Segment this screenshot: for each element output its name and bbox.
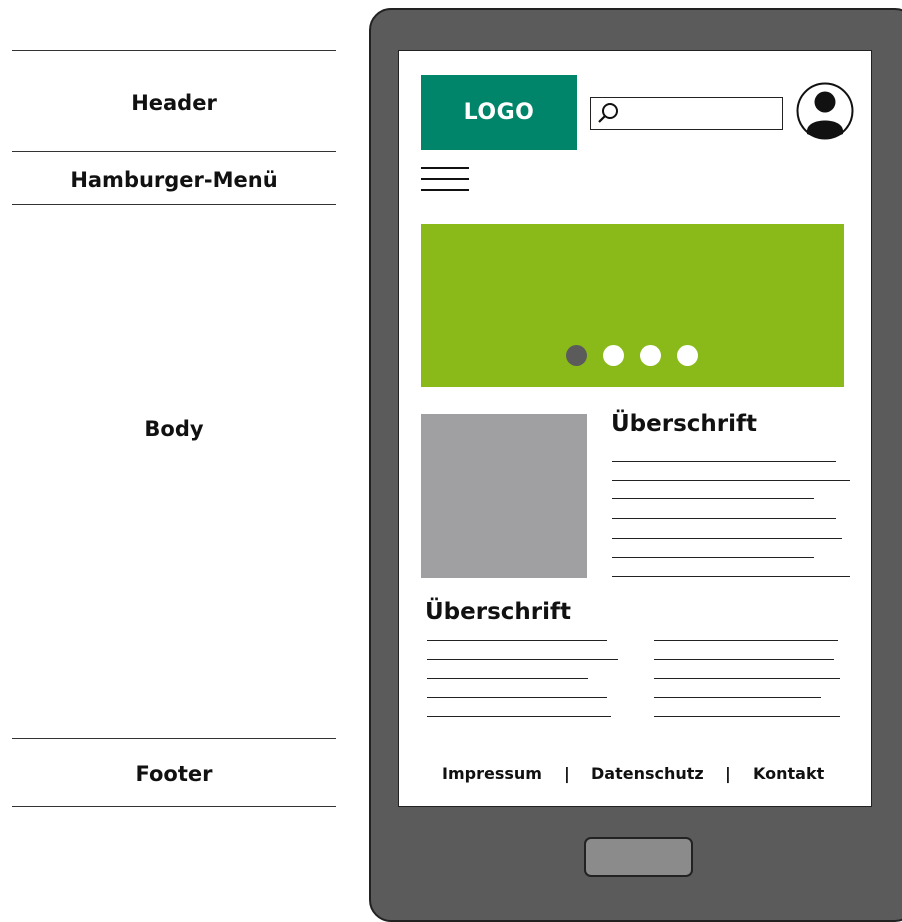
text-line bbox=[654, 659, 834, 660]
text-line bbox=[612, 538, 842, 539]
text-line bbox=[612, 461, 836, 462]
footer-label-top-rule bbox=[12, 738, 336, 739]
hamburger-menu-label: Hamburger-Menü bbox=[70, 168, 278, 192]
text-line bbox=[654, 640, 838, 641]
search-input[interactable] bbox=[590, 97, 783, 130]
text-line bbox=[612, 576, 850, 577]
footer-link-impressum[interactable]: Impressum bbox=[442, 763, 542, 785]
section-2-heading: Überschrift bbox=[425, 599, 572, 625]
hamburger-label-bottom-rule bbox=[12, 204, 336, 205]
text-line bbox=[612, 480, 850, 481]
header-label-bottom-rule bbox=[12, 151, 336, 152]
section-1-heading: Überschrift bbox=[611, 411, 758, 437]
slider-dot[interactable] bbox=[566, 345, 587, 366]
search-icon bbox=[598, 103, 618, 123]
text-line bbox=[612, 498, 814, 499]
image-placeholder bbox=[421, 414, 587, 578]
logo[interactable]: LOGO bbox=[421, 75, 577, 150]
text-line bbox=[427, 640, 607, 641]
footer-link-datenschutz[interactable]: Datenschutz bbox=[591, 763, 704, 785]
text-line bbox=[654, 716, 840, 717]
home-button[interactable] bbox=[584, 837, 693, 877]
footer-link-kontakt[interactable]: Kontakt bbox=[753, 763, 824, 785]
text-line bbox=[427, 659, 618, 660]
text-line bbox=[427, 678, 588, 679]
text-line bbox=[427, 697, 607, 698]
text-line bbox=[612, 557, 814, 558]
slider-dot[interactable] bbox=[677, 345, 698, 366]
user-avatar-icon[interactable] bbox=[796, 82, 854, 140]
slider-dot[interactable] bbox=[603, 345, 624, 366]
footer-label: Footer bbox=[135, 762, 213, 786]
text-line bbox=[612, 518, 836, 519]
slider-dot[interactable] bbox=[640, 345, 661, 366]
image-slider[interactable] bbox=[421, 224, 844, 387]
text-line bbox=[427, 716, 611, 717]
text-line bbox=[654, 678, 840, 679]
body-label: Body bbox=[144, 417, 204, 441]
header-label-top-rule bbox=[12, 50, 336, 51]
hamburger-icon[interactable] bbox=[421, 166, 469, 194]
footer-separator: | bbox=[564, 764, 570, 783]
text-line bbox=[654, 697, 821, 698]
footer-label-bottom-rule bbox=[12, 806, 336, 807]
footer-separator: | bbox=[725, 764, 731, 783]
header-label: Header bbox=[131, 91, 217, 115]
